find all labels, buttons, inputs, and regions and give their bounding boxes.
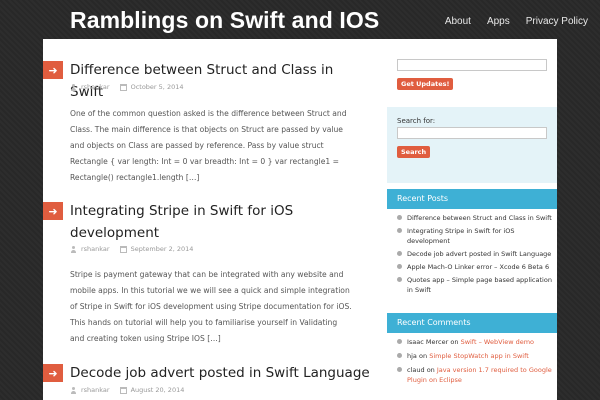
- post-author[interactable]: rshankar: [81, 386, 110, 394]
- arrow-right-icon: ➜: [43, 61, 63, 79]
- recent-posts-heading: Recent Posts: [387, 189, 557, 209]
- post-author[interactable]: rshankar: [81, 83, 110, 91]
- recent-post-link[interactable]: Difference between Struct and Class in S…: [407, 214, 552, 222]
- calendar-icon: [119, 83, 127, 91]
- post-date[interactable]: October 5, 2014: [131, 83, 184, 91]
- user-icon: [70, 386, 77, 394]
- post-author[interactable]: rshankar: [81, 245, 110, 253]
- user-icon: [70, 245, 77, 253]
- bullet-icon: [397, 277, 402, 282]
- post-title[interactable]: Integrating Stripe in Swift for iOS deve…: [70, 200, 370, 244]
- post-meta: rshankar October 5, 2014: [70, 81, 183, 93]
- content-area: ➜ Difference between Struct and Class in…: [43, 39, 557, 400]
- bullet-icon: [397, 353, 402, 358]
- list-item: claud on Java version 1.7 required to Go…: [397, 365, 552, 385]
- recent-posts-list: Difference between Struct and Class in S…: [397, 213, 552, 298]
- subscribe-email-input[interactable]: [397, 59, 547, 71]
- bullet-icon: [397, 264, 402, 269]
- bullet-icon: [397, 367, 402, 372]
- get-updates-button[interactable]: Get Updates!: [397, 78, 454, 90]
- search-label: Search for:: [397, 117, 436, 125]
- user-icon: [70, 83, 77, 91]
- comment-on: on: [426, 366, 435, 374]
- arrow-right-icon: ➜: [43, 364, 63, 382]
- comment-post-link[interactable]: Simple StopWatch app in Swift: [429, 352, 529, 360]
- subscribe-widget: Get Updates!: [397, 59, 547, 90]
- list-item[interactable]: Difference between Struct and Class in S…: [397, 213, 552, 223]
- calendar-icon: [119, 245, 127, 253]
- search-widget: Search for: Search: [387, 107, 557, 183]
- recent-post-link[interactable]: Integrating Stripe in Swift for iOS deve…: [407, 227, 514, 245]
- post-date[interactable]: August 20, 2014: [131, 386, 185, 394]
- bullet-icon: [397, 215, 402, 220]
- recent-post-link[interactable]: Apple Mach-O Linker error – Xcode 6 Beta…: [407, 263, 549, 271]
- recent-comments-list: Isaac Mercer on Swift – WebView demo hja…: [397, 337, 552, 389]
- nav-item-apps[interactable]: Apps: [487, 16, 510, 27]
- post-list: ➜ Difference between Struct and Class in…: [43, 39, 373, 400]
- nav-item-privacy-policy[interactable]: Privacy Policy: [526, 16, 588, 27]
- post-meta: rshankar August 20, 2014: [70, 384, 184, 396]
- comment-post-link[interactable]: Swift – WebView demo: [461, 338, 534, 346]
- bullet-icon: [397, 339, 402, 344]
- list-item[interactable]: Integrating Stripe in Swift for iOS deve…: [397, 226, 552, 246]
- post-excerpt: One of the common question asked is the …: [70, 109, 347, 182]
- search-button[interactable]: Search: [397, 146, 431, 158]
- list-item[interactable]: Quotes app – Simple page based applicati…: [397, 275, 552, 295]
- comment-on: on: [450, 338, 459, 346]
- post-meta: rshankar September 2, 2014: [70, 243, 193, 255]
- comment-author: Isaac Mercer: [407, 338, 449, 346]
- nav-item-about[interactable]: About: [445, 16, 471, 27]
- calendar-icon: [119, 386, 127, 394]
- post-title[interactable]: Decode job advert posted in Swift Langua…: [70, 362, 370, 384]
- list-item[interactable]: Decode job advert posted in Swift Langua…: [397, 249, 552, 259]
- comment-author: claud: [407, 366, 425, 374]
- site-title[interactable]: Ramblings on Swift and IOS: [70, 7, 379, 34]
- list-item: Isaac Mercer on Swift – WebView demo: [397, 337, 552, 347]
- post-excerpt: Stripe is payment gateway that can be in…: [70, 270, 352, 343]
- main-nav: About Apps Privacy Policy: [445, 16, 588, 27]
- recent-post-link[interactable]: Decode job advert posted in Swift Langua…: [407, 250, 551, 258]
- bullet-icon: [397, 228, 402, 233]
- recent-post-link[interactable]: Quotes app – Simple page based applicati…: [407, 276, 552, 294]
- comment-on: on: [419, 352, 428, 360]
- comment-author: hja: [407, 352, 417, 360]
- arrow-right-icon: ➜: [43, 202, 63, 220]
- search-input[interactable]: [397, 127, 547, 139]
- bullet-icon: [397, 251, 402, 256]
- list-item[interactable]: Apple Mach-O Linker error – Xcode 6 Beta…: [397, 262, 552, 272]
- post-date[interactable]: September 2, 2014: [131, 245, 194, 253]
- sidebar: Get Updates! Search for: Search Recent P…: [387, 39, 557, 400]
- recent-comments-heading: Recent Comments: [387, 313, 557, 333]
- list-item: hja on Simple StopWatch app in Swift: [397, 351, 552, 361]
